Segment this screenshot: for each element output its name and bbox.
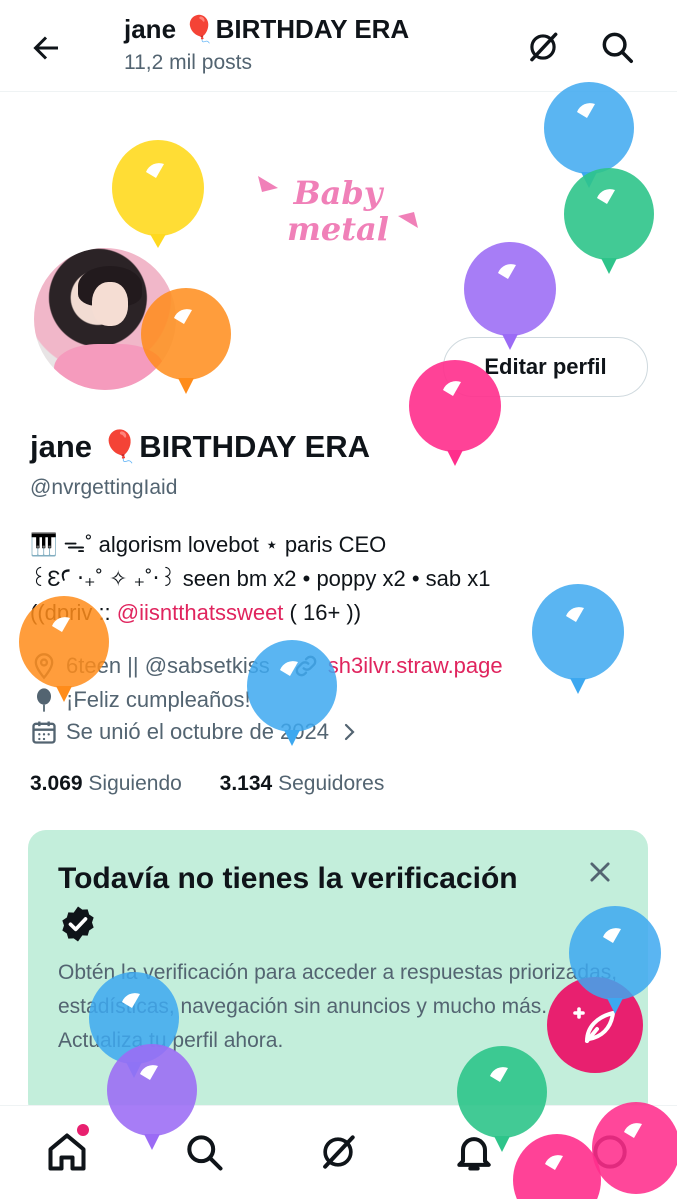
profile-birthday: ¡Feliz cumpleaños!: [66, 687, 251, 712]
post-count: 11,2 mil posts: [124, 51, 252, 74]
top-bar: jane 🎈BIRTHDAY ERA 11,2 mil posts: [0, 0, 677, 92]
home-notification-dot: [77, 1124, 89, 1136]
profile-name: jane 🎈BIRTHDAY ERA: [30, 429, 371, 464]
profile-location-row: 6teen || @sabsetkiss sh3ilvr.straw.page: [30, 652, 503, 680]
header-titles: jane 🎈BIRTHDAY ERA 11,2 mil posts: [124, 14, 409, 75]
bio-line-3-suffix: ( 16+ )): [283, 600, 362, 625]
grok-icon[interactable]: [524, 28, 562, 66]
close-icon[interactable]: [586, 858, 614, 886]
banner-logo-image: Baby metal: [258, 174, 418, 248]
balloon-icon: [37, 688, 51, 712]
location-pin-icon: [34, 653, 54, 680]
search-icon[interactable]: [182, 1130, 226, 1174]
compose-post-button[interactable]: [547, 977, 643, 1073]
messages-icon[interactable]: [588, 1130, 632, 1174]
link-icon: [295, 655, 317, 677]
bio-line-2: ꒰ƐꜤ ‧₊˚ ✧ ₊˚‧꒱ seen bm x2 • poppy x2 • s…: [30, 566, 491, 591]
compose-feather-icon: [573, 1007, 615, 1043]
avatar-face: [92, 282, 128, 326]
following-stat[interactable]: 3.069 Siguiendo: [30, 772, 182, 795]
calendar-icon: [32, 721, 56, 744]
svg-text:Baby: Baby: [293, 174, 385, 212]
follow-stats: 3.069 Siguiendo 3.134 Seguidores: [30, 772, 384, 796]
bottom-navigation: [0, 1105, 677, 1199]
bio-line-1: 🎹 ᯓ˚ algorism lovebot ⋆ paris CEO: [30, 532, 387, 557]
verification-card-body: Obtén la verificación para acceder a res…: [58, 961, 618, 1052]
bio-mention-link[interactable]: @iisntthatssweet: [117, 600, 284, 625]
home-icon[interactable]: [45, 1130, 89, 1174]
chevron-right-icon: [344, 723, 355, 741]
profile-website-link[interactable]: sh3ilvr.straw.page: [328, 653, 503, 679]
edit-profile-button[interactable]: Editar perfil: [443, 337, 648, 397]
back-arrow-icon[interactable]: [28, 30, 64, 66]
profile-bio: 🎹 ᯓ˚ algorism lovebot ⋆ paris CEO ꒰ƐꜤ ‧₊…: [30, 528, 490, 630]
verified-badge-icon: [62, 906, 94, 942]
profile-avatar[interactable]: [30, 244, 180, 394]
bell-icon[interactable]: [452, 1130, 496, 1174]
followers-count: 3.134: [219, 772, 273, 795]
yellow-balloon: [112, 140, 204, 248]
following-count: 3.069: [30, 772, 83, 795]
followers-stat[interactable]: 3.134 Seguidores: [220, 772, 385, 795]
followers-label: Seguidores: [278, 772, 385, 795]
search-icon[interactable]: [598, 28, 636, 66]
header-title: jane 🎈BIRTHDAY ERA: [124, 14, 410, 44]
profile-birthday-row: ¡Feliz cumpleaños!: [30, 686, 251, 714]
profile-location: 6teen || @sabsetkiss: [66, 653, 270, 678]
avatar-dress: [54, 344, 164, 390]
blue-balloon: [544, 82, 634, 188]
verification-card-title: Todavía no tienes la verificación: [58, 862, 518, 895]
bio-line-3: ((dpriv :: @iisntthatssweet ( 16+ )): [30, 596, 490, 630]
green-balloon: [564, 168, 654, 274]
profile-joined: Se unió el octubre de 2024: [66, 719, 329, 744]
profile-handle: @nvrgettingIaid: [30, 476, 178, 499]
grok-icon[interactable]: [316, 1130, 360, 1174]
profile-joined-row[interactable]: Se unió el octubre de 2024: [30, 718, 361, 746]
blue-balloon: [532, 584, 624, 694]
verification-card[interactable]: Todavía no tienes la verificación Obtén …: [28, 830, 648, 1120]
following-label: Siguiendo: [88, 772, 182, 795]
svg-text:metal: metal: [287, 210, 389, 248]
bio-line-3-prefix: ((dpriv ::: [30, 600, 117, 625]
